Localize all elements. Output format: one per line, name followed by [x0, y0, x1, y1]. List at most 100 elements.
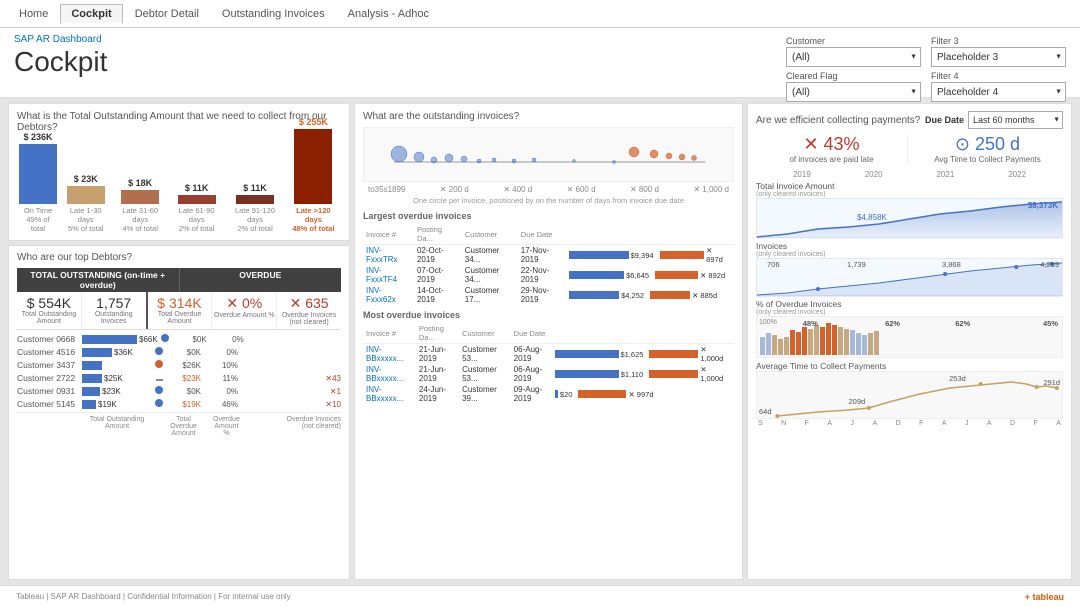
efficiency-panel: Are we efficient collecting payments? Du…	[747, 103, 1072, 580]
kpi-total-amount-val: $ 554K	[18, 295, 80, 311]
year-axis: 2019 2020 2021 2022	[756, 170, 1063, 179]
bar-5[interactable]	[294, 129, 332, 204]
bar-0[interactable]	[19, 144, 57, 204]
filter4-group: Filter 4 Placeholder 4 ▼	[931, 71, 1066, 102]
eff-kpi-1-val: ✕ 43%	[756, 134, 907, 155]
filter-row-2: Cleared Flag (All) ▼ Filter 4 Placeholde…	[786, 71, 1066, 102]
debtors-col-headers: TOTAL OUTSTANDING (on-time + overdue) OV…	[17, 268, 341, 292]
eff-kpi-2: ⊙ 250 d Avg Time to Collect Payments	[912, 134, 1063, 164]
bar-group-3: $ 11K Late 61-90 days2% of total	[171, 183, 222, 233]
bar-1[interactable]	[67, 186, 105, 204]
cleared-filter-group: Cleared Flag (All) ▼	[786, 71, 921, 102]
table-row: INV-FxxxTRx 02-Oct-2019 Customer 34... 1…	[363, 245, 734, 266]
customer-select[interactable]: (All)	[786, 47, 921, 67]
period-select[interactable]: Last 60 months	[968, 111, 1063, 129]
eff-header: Are we efficient collecting payments? Du…	[756, 111, 1063, 129]
bar-group-1: $ 23K Late 1-30 days5% of total	[62, 174, 109, 233]
eff-kpi-1: ✕ 43% of invoices are paid late	[756, 134, 908, 164]
largest-inv-table: Invoice # Posting Da... Customer Due Dat…	[363, 224, 734, 305]
bar-label-bottom-5: Late >120 days48% of total	[288, 206, 339, 233]
bar-2[interactable]	[121, 190, 159, 204]
col-header-2: OVERDUE	[180, 268, 342, 292]
period-select-wrap: Last 60 months ▼	[968, 111, 1063, 129]
bar-label-top-4: $ 11K	[243, 183, 267, 193]
kpi-overdue-amount: $ 314K Total Overdue Amount	[148, 292, 213, 329]
bar-label-top-3: $ 11K	[185, 183, 209, 193]
footer: Tableau | SAP AR Dashboard | Confidentia…	[0, 585, 1080, 607]
table-row: INV-BBxxxxx... 24-Jun-2019 Customer 39..…	[363, 384, 734, 404]
header-filters: Customer (All) ▼ Filter 3 Placeholder 3 …	[786, 36, 1066, 102]
outstanding-panel: What is the Total Outstanding Amount tha…	[8, 103, 350, 241]
list-item: Customer 0931 $23K $0K 0% ✕1	[17, 386, 341, 396]
right-column: Are we efficient collecting payments? Du…	[747, 103, 1072, 580]
kpi-overdue-pct: ✕ 0% Overdue Amount %	[212, 292, 277, 329]
overdue-inv-table: Invoice # Posting Da... Customer Due Dat…	[363, 323, 734, 404]
eff-kpi-2-sub: Avg Time to Collect Payments	[912, 155, 1063, 164]
table-row: INV-FxxxTF4 07-Oct-2019 Customer 34... 2…	[363, 265, 734, 285]
chart1-label: Total Invoice Amount	[756, 181, 1063, 191]
col-header-1: TOTAL OUTSTANDING (on-time + overdue)	[17, 268, 180, 292]
bar-label-bottom-4: Late 91-120 days2% of total	[227, 206, 282, 233]
most-overdue-section: Most overdue invoices Invoice # Posting …	[363, 310, 734, 404]
eff-kpi-row: ✕ 43% of invoices are paid late ⊙ 250 d …	[756, 134, 1063, 164]
chart4-label: Average Time to Collect Payments	[756, 361, 1063, 371]
bar-chart: $ 236K On Time49% of total $ 23K Late 1-…	[17, 138, 341, 233]
bar-label-bottom-3: Late 61-90 days2% of total	[171, 206, 222, 233]
debtors-panel: Who are our top Debtors? TOTAL OUTSTANDI…	[8, 245, 350, 580]
app-subtitle: SAP AR Dashboard	[14, 34, 107, 45]
cleared-select-wrap: (All) ▼	[786, 82, 921, 102]
largest-overdue-section: Largest overdue invoices Invoice # Posti…	[363, 211, 734, 305]
kpi-total-invoices: 1,757 Outstanding Invoices	[82, 292, 148, 329]
top-nav: Home Cockpit Debtor Detail Outstanding I…	[0, 0, 1080, 28]
chart4-wrap: 64d 209d 253d 291d	[756, 371, 1063, 419]
kpi-overdue-amount-label: Total Overdue Amount	[149, 311, 211, 325]
customer-list: Customer 0668 $66K $0K 0% Customer 4516	[17, 334, 341, 409]
eff-filter-group: Due Date Last 60 months ▼	[925, 111, 1063, 129]
chart4-container: Average Time to Collect Payments 64d 209…	[756, 361, 1063, 572]
customer-filter-group: Customer (All) ▼	[786, 36, 921, 67]
bubble-chart	[363, 127, 734, 182]
customer-filter-label: Customer	[786, 36, 921, 46]
kpi-overdue-inv-val: ✕ 635	[278, 295, 340, 312]
largest-overdue-title: Largest overdue invoices	[363, 211, 734, 221]
kpi-overdue-amount-val: $ 314K	[149, 295, 211, 311]
bar-group-4: $ 11K Late 91-120 days2% of total	[227, 183, 282, 233]
customer-select-wrap: (All) ▼	[786, 47, 921, 67]
debtors-kpi-row: $ 554K Total Outstanding Amount 1,757 Ou…	[17, 292, 341, 330]
bar-3[interactable]	[178, 195, 216, 204]
tab-analysis-adhoc[interactable]: Analysis - Adhoc	[337, 4, 440, 24]
list-item: Customer 4516 $36K $0K 0%	[17, 347, 341, 357]
tab-debtor-detail[interactable]: Debtor Detail	[124, 4, 210, 24]
filter4-select[interactable]: Placeholder 4	[931, 82, 1066, 102]
axis-labels: to35s1899 ✕ 200 d ✕ 400 d ✕ 600 d ✕ 800 …	[363, 185, 734, 194]
cleared-select[interactable]: (All)	[786, 82, 921, 102]
col-labels-row: Total OutstandingAmount Total OverdueAmo…	[17, 412, 341, 437]
eff-kpi-1-sub: of invoices are paid late	[756, 155, 907, 164]
chart3-label: % of Overdue Invoices	[756, 299, 1063, 309]
month-axis: SNFAJADFAJADFA	[756, 419, 1063, 427]
bar-group-5: $ 255K Late >120 days48% of total	[288, 117, 339, 233]
table-row: INV-BBxxxxx... 21-Jun-2019 Customer 53..…	[363, 344, 734, 365]
left-column: What is the Total Outstanding Amount tha…	[8, 103, 350, 580]
list-item: Customer 2722 $25K $23K 11% ✕43	[17, 373, 341, 383]
main-content: What is the Total Outstanding Amount tha…	[0, 98, 1080, 585]
kpi-overdue-pct-label: Overdue Amount %	[213, 312, 275, 319]
tableau-logo: + tableau	[1025, 592, 1064, 602]
tab-cockpit[interactable]: Cockpit	[60, 4, 122, 24]
kpi-total-invoices-val: 1,757	[83, 295, 145, 311]
due-date-label: Due Date	[925, 115, 964, 125]
chart3-container: % of Overdue Invoices (only cleared invo…	[756, 299, 1063, 358]
filter-row-1: Customer (All) ▼ Filter 3 Placeholder 3 …	[786, 36, 1066, 67]
tab-outstanding-invoices[interactable]: Outstanding Invoices	[211, 4, 336, 24]
tab-home[interactable]: Home	[8, 4, 59, 24]
bar-4[interactable]	[236, 195, 274, 204]
bar-label-bottom-1: Late 1-30 days5% of total	[62, 206, 109, 233]
invoice-title: What are the outstanding invoices?	[363, 111, 734, 122]
kpi-total-amount-label: Total Outstanding Amount	[18, 311, 80, 325]
kpi-overdue-pct-val: ✕ 0%	[213, 295, 275, 312]
filter4-select-wrap: Placeholder 4 ▼	[931, 82, 1066, 102]
page-title: Cockpit	[14, 46, 107, 78]
bar-label-top-5: $ 255K	[299, 117, 328, 127]
chart2-container: Invoices (only cleared invoices) 706 1,7…	[756, 241, 1063, 296]
filter3-select[interactable]: Placeholder 3	[931, 47, 1066, 67]
